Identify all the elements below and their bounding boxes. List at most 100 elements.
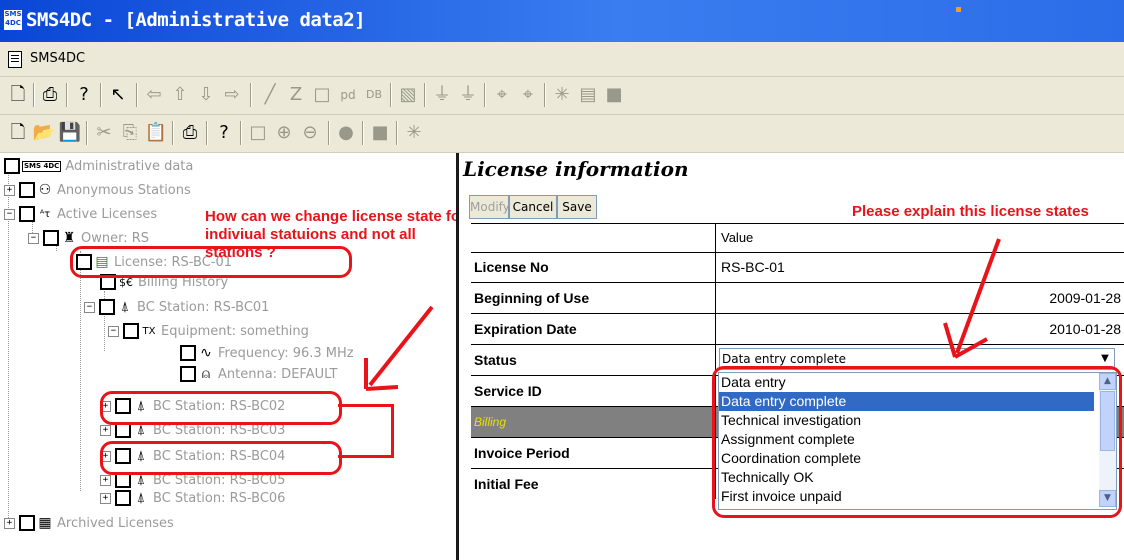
tree-node-frequency[interactable]: ∿ Frequency: 96.3 MHz	[180, 343, 354, 363]
checkbox[interactable]	[43, 230, 59, 246]
arrow-annotation-left	[364, 305, 434, 391]
help2-icon[interactable]: ?	[212, 121, 236, 145]
station-icon[interactable]: ⏚	[430, 83, 454, 107]
cut-icon[interactable]: ✂	[92, 121, 116, 145]
collapse-icon[interactable]: −	[4, 208, 15, 220]
license-tree[interactable]: SMS 4DC Administrative data + ⚇ Anonymou…	[0, 153, 466, 560]
help-icon[interactable]: ?	[72, 83, 96, 107]
tree-node-equipment[interactable]: − TX Equipment: something	[108, 321, 309, 341]
tree-node-bc06[interactable]: + ⍋ BC Station: RS-BC06	[100, 488, 285, 508]
tree-node-label: Administrative data	[65, 158, 194, 174]
collapse-icon[interactable]: −	[84, 301, 95, 313]
square-icon[interactable]: ■	[602, 83, 626, 107]
antenna-icon: ⍝	[201, 366, 211, 382]
circle-icon[interactable]: ●	[334, 121, 358, 145]
expand-icon[interactable]: +	[100, 492, 111, 504]
fill-square-icon[interactable]: ■	[368, 121, 392, 145]
checkbox[interactable]	[4, 158, 20, 174]
select-rect-icon[interactable]: □	[246, 121, 270, 145]
checkbox[interactable]	[99, 299, 115, 315]
checkbox[interactable]	[19, 182, 35, 198]
checkbox[interactable]	[115, 490, 131, 506]
document-menu-icon[interactable]	[8, 51, 22, 68]
pointer-icon[interactable]: ↖	[106, 83, 130, 107]
window-title: SMS4DC - [Administrative data2]	[26, 9, 366, 31]
tree-node-archived-licenses[interactable]: + ▦ Archived Licenses	[4, 513, 174, 533]
tree-node-label: BC Station: RS-BC01	[137, 299, 270, 315]
tree-node-bc01[interactable]: − ⍋ BC Station: RS-BC01	[84, 297, 269, 317]
edit-toolbar: 🗋 📂 💾 ✂ ⎘ 📋 ⎙ ? □ ⊕ ⊖ ● ■ ✳	[0, 115, 1124, 153]
menu-bar: SMS4DC	[0, 42, 1124, 77]
mast-icon[interactable]: ⌖	[490, 83, 514, 107]
highlight-bc02	[100, 391, 342, 425]
checkbox[interactable]	[123, 323, 139, 339]
checkbox[interactable]	[180, 345, 196, 361]
image-icon[interactable]: ▧	[396, 83, 420, 107]
rectangle-icon[interactable]: □	[310, 83, 334, 107]
collapse-icon[interactable]: −	[28, 232, 39, 244]
menu-item-sms4dc[interactable]: SMS4DC	[30, 51, 85, 66]
star-icon[interactable]: ✳	[550, 83, 574, 107]
save-button[interactable]: Save	[557, 195, 597, 219]
line-icon[interactable]: ╱	[258, 83, 282, 107]
expiration-date-value[interactable]: 2010-01-28	[717, 314, 1124, 344]
arrow-right-icon[interactable]: ⇨	[220, 83, 244, 107]
new-icon[interactable]: 🗋	[6, 83, 30, 107]
paste-icon[interactable]: 📋	[144, 121, 168, 145]
beginning-of-use-value[interactable]: 2009-01-28	[717, 283, 1124, 313]
modify-button[interactable]: Modify	[469, 195, 510, 219]
tree-node-administrative-data[interactable]: SMS 4DC Administrative data	[4, 156, 193, 176]
cancel-button[interactable]: Cancel	[509, 195, 557, 219]
people-icon: ⚇	[38, 182, 52, 198]
open-icon[interactable]: 📂	[32, 121, 56, 145]
zoom-out-icon[interactable]: ⊖	[298, 121, 322, 145]
print-icon[interactable]: ⎙	[38, 83, 62, 107]
expand-icon[interactable]: +	[4, 184, 15, 196]
highlight-license	[70, 246, 352, 278]
expand-icon[interactable]: +	[4, 517, 15, 529]
new-file-icon[interactable]: 🗋	[6, 121, 30, 145]
print2-icon[interactable]: ⎙	[178, 121, 202, 145]
expand-icon[interactable]: +	[100, 424, 111, 436]
annotation-right-question: Please explain this license states	[852, 203, 1089, 220]
grid-icon[interactable]: ▤	[576, 83, 600, 107]
checkbox[interactable]	[19, 515, 35, 531]
archive-icon: ▦	[38, 515, 52, 531]
sms4dc-icon: SMS 4DC	[22, 160, 62, 172]
tree-node-label: Antenna: DEFAULT	[218, 366, 338, 382]
highlight-bc04	[100, 441, 342, 475]
tree-node-owner[interactable]: − ♜ Owner: RS	[28, 228, 149, 248]
panel-title: License information	[463, 157, 689, 181]
row-beginning-of-use: Beginning of Use 2009-01-28	[471, 283, 1124, 314]
polyline-icon[interactable]: Z	[284, 83, 308, 107]
station2-icon[interactable]: ⏚	[456, 83, 480, 107]
tree-node-label: BC Station: RS-BC06	[153, 490, 286, 506]
wave-icon: ∿	[200, 345, 212, 361]
save-icon[interactable]: 💾	[58, 121, 82, 145]
connector-line	[338, 455, 394, 458]
expand-icon[interactable]: +	[100, 474, 111, 486]
status-selected-value: Data entry complete	[722, 352, 847, 366]
db-icon[interactable]: DB	[362, 83, 386, 107]
mast2-icon[interactable]: ⌖	[516, 83, 540, 107]
row-license-no: License No RS-BC-01	[471, 252, 1124, 283]
copy-icon[interactable]: ⎘	[118, 121, 142, 145]
arrow-left-icon[interactable]: ⇦	[142, 83, 166, 107]
tree-node-antenna[interactable]: ⍝ Antenna: DEFAULT	[180, 364, 338, 384]
arrow-down-icon[interactable]: ⇩	[194, 83, 218, 107]
checkbox[interactable]	[19, 206, 35, 222]
pdf-icon[interactable]: pd	[336, 83, 360, 107]
tree-node-label: Archived Licenses	[57, 515, 174, 531]
zoom-in-icon[interactable]: ⊕	[272, 121, 296, 145]
license-no-value[interactable]: RS-BC-01	[717, 252, 1124, 282]
checkbox[interactable]	[180, 366, 196, 382]
value-header: Value	[721, 230, 754, 245]
tree-node-active-licenses[interactable]: − ᴬτ Active Licenses	[4, 204, 157, 224]
arrow-up-icon[interactable]: ⇧	[168, 83, 192, 107]
tower-icon: ⍋	[120, 299, 130, 315]
tree-node-anonymous-stations[interactable]: + ⚇ Anonymous Stations	[4, 180, 191, 200]
star2-icon[interactable]: ✳	[402, 121, 426, 145]
connector-line	[338, 404, 394, 407]
app-logo-icon: SMS 4DC	[4, 10, 22, 30]
collapse-icon[interactable]: −	[108, 325, 119, 337]
